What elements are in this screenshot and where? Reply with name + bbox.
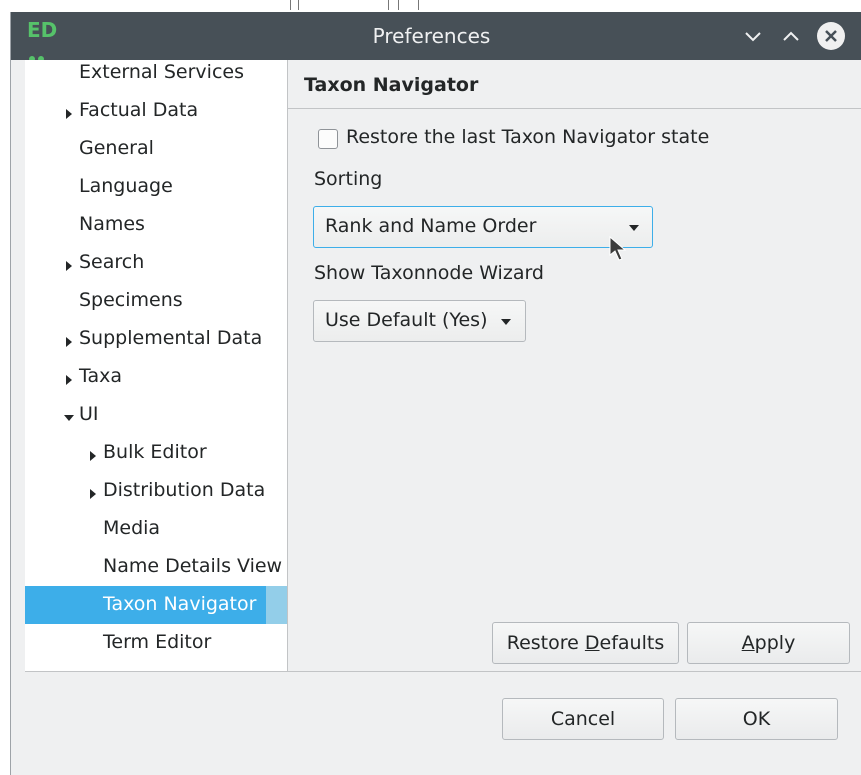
apply-button[interactable]: Apply bbox=[687, 622, 850, 664]
preferences-dialog: ED Preferences External Services Factual … bbox=[10, 12, 861, 775]
tree-item-general[interactable]: General bbox=[25, 130, 288, 168]
minimize-icon[interactable] bbox=[739, 22, 767, 50]
tree-item-label: External Services bbox=[79, 61, 244, 83]
title-bar[interactable]: ED Preferences bbox=[11, 12, 861, 84]
tree-item-search[interactable]: Search bbox=[25, 244, 288, 282]
caret-down-icon bbox=[501, 319, 511, 325]
tree-item-label: Specimens bbox=[79, 289, 183, 311]
triangle-right-icon[interactable] bbox=[87, 484, 99, 499]
restore-state-option[interactable]: Restore the last Taxon Navigator state bbox=[318, 126, 818, 152]
triangle-right-icon[interactable] bbox=[63, 104, 75, 119]
restore-state-checkbox[interactable] bbox=[318, 129, 338, 149]
caret-down-icon bbox=[629, 225, 639, 231]
cancel-button[interactable]: Cancel bbox=[502, 698, 664, 740]
wizard-value: Use Default (Yes) bbox=[325, 309, 488, 331]
tree-item-label: Factual Data bbox=[79, 99, 199, 121]
tree-item-taxa[interactable]: Taxa bbox=[25, 358, 288, 396]
background-window-strip bbox=[0, 0, 861, 12]
tree-item-label: Names bbox=[79, 213, 145, 235]
tree-item-label: UI bbox=[79, 403, 99, 425]
tree-item-label: General bbox=[79, 137, 154, 159]
close-icon[interactable] bbox=[817, 22, 845, 50]
tree-item-label: Term Editor bbox=[103, 631, 212, 653]
restore-state-label: Restore the last Taxon Navigator state bbox=[346, 126, 710, 148]
tree-item-taxon-navigator[interactable]: Taxon Navigator bbox=[25, 586, 288, 624]
page-title: Taxon Navigator bbox=[304, 74, 479, 96]
preference-page: Taxon Navigator Restore the last Taxon N… bbox=[288, 60, 861, 671]
selection-edge bbox=[266, 586, 288, 624]
sorting-combo[interactable]: Rank and Name Order bbox=[313, 206, 653, 248]
tree-item-supplemental-data[interactable]: Supplemental Data bbox=[25, 320, 288, 358]
wizard-combo[interactable]: Use Default (Yes) bbox=[313, 300, 526, 342]
ok-button[interactable]: OK bbox=[675, 698, 838, 740]
tree-item-factual-data[interactable]: Factual Data bbox=[25, 92, 288, 130]
tree-item-ui[interactable]: UI bbox=[25, 396, 288, 434]
tree-item-label: Media bbox=[103, 517, 161, 539]
triangle-right-icon[interactable] bbox=[87, 446, 99, 461]
tree-item-language[interactable]: Language bbox=[25, 168, 288, 206]
tree-item-media[interactable]: Media bbox=[25, 510, 288, 548]
sorting-label: Sorting bbox=[314, 168, 383, 190]
triangle-right-icon[interactable] bbox=[63, 256, 75, 271]
tree-item-name-details-view[interactable]: Name Details View bbox=[25, 548, 288, 586]
window-title: Preferences bbox=[372, 24, 491, 48]
background-toolbar-glyphs bbox=[290, 0, 430, 12]
mouse-pointer-icon bbox=[608, 235, 628, 263]
page-header: Taxon Navigator bbox=[288, 60, 861, 108]
tree-item-term-editor[interactable]: Term Editor bbox=[25, 624, 288, 662]
tree-item-label: Supplemental Data bbox=[79, 327, 263, 349]
tree-item-label: Taxon Navigator bbox=[103, 593, 257, 615]
tree-item-label: Bulk Editor bbox=[103, 441, 207, 463]
tree-item-bulk-editor[interactable]: Bulk Editor bbox=[25, 434, 288, 472]
wizard-label: Show Taxonnode Wizard bbox=[314, 262, 544, 284]
tree-item-label: Distribution Data bbox=[103, 479, 266, 501]
tree-item-label: Language bbox=[79, 175, 173, 197]
triangle-right-icon[interactable] bbox=[63, 332, 75, 347]
restore-defaults-button[interactable]: Restore Defaults bbox=[492, 622, 679, 664]
tree-item-label: Name Details View bbox=[103, 555, 283, 577]
tree-item-distribution-data[interactable]: Distribution Data bbox=[25, 472, 288, 510]
tree-item-specimens[interactable]: Specimens bbox=[25, 282, 288, 320]
header-divider bbox=[288, 108, 861, 109]
triangle-down-icon[interactable] bbox=[63, 408, 75, 422]
sorting-value: Rank and Name Order bbox=[325, 215, 537, 237]
preference-tree[interactable]: External Services Factual Data General Lang… bbox=[25, 60, 288, 671]
triangle-right-icon[interactable] bbox=[63, 370, 75, 385]
footer-divider bbox=[25, 671, 861, 672]
maximize-icon[interactable] bbox=[777, 22, 805, 50]
tree-item-label: Search bbox=[79, 251, 145, 273]
tree-item-label: Taxa bbox=[79, 365, 122, 387]
tree-item-external-services[interactable]: External Services bbox=[25, 60, 288, 92]
tree-item-names[interactable]: Names bbox=[25, 206, 288, 244]
